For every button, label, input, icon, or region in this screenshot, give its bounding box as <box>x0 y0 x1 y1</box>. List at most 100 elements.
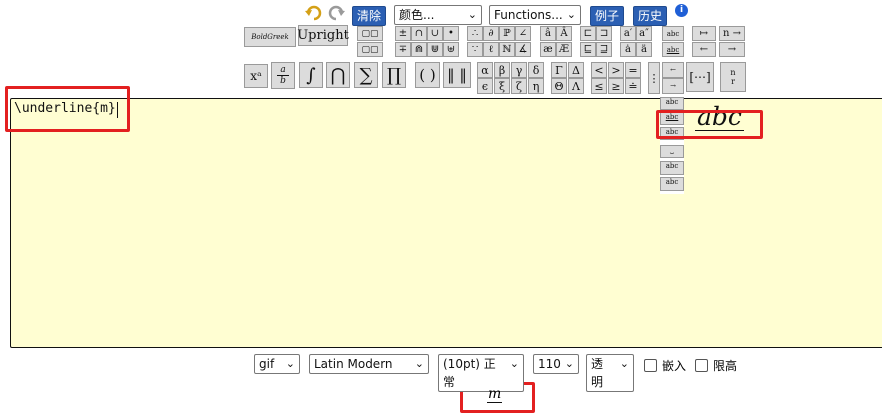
sum-button[interactable]: ∑ <box>354 62 378 88</box>
epsilon-button[interactable]: ϵ <box>477 78 493 94</box>
fraction-top: a <box>277 65 289 76</box>
gt-button[interactable]: > <box>608 62 624 78</box>
history-button[interactable]: 历史 <box>633 6 668 26</box>
ae-button[interactable]: æ <box>540 42 556 57</box>
a-dot-button[interactable]: ȧ <box>620 42 636 57</box>
AE-button[interactable]: Æ <box>556 42 572 57</box>
Gamma-button[interactable]: Γ <box>551 62 567 78</box>
ell-button[interactable]: ℓ <box>483 42 499 57</box>
redo-icon[interactable] <box>327 5 345 21</box>
font-select[interactable]: Latin Modern ⌄ <box>309 354 429 374</box>
format-select[interactable]: gif ⌄ <box>254 354 300 374</box>
Delta-button[interactable]: Δ <box>568 62 584 78</box>
upright-button[interactable]: Upright <box>297 25 349 46</box>
measured-angle-button[interactable]: ∡ <box>515 42 531 57</box>
abc-stack-option[interactable]: abc <box>660 161 684 175</box>
Theta-button[interactable]: Θ <box>551 78 567 94</box>
eta-button[interactable]: η <box>528 78 544 94</box>
ge-button[interactable]: ≥ <box>608 78 624 94</box>
norm-button[interactable]: ‖ ‖ <box>443 62 471 88</box>
lt-button[interactable]: < <box>591 62 607 78</box>
big-intersection-button[interactable]: ⋂ <box>326 62 350 88</box>
limit-height-checkbox[interactable] <box>695 359 708 372</box>
n-to-button[interactable]: n → <box>719 26 745 41</box>
leftarrow-button[interactable]: ← <box>692 42 716 57</box>
a-dprime-button[interactable]: a″ <box>636 26 652 41</box>
partial-button[interactable]: ∂ <box>483 26 499 41</box>
overrightarrow-button[interactable]: → <box>662 78 684 94</box>
doteq-button[interactable]: ≐ <box>625 78 641 94</box>
binomial-button[interactable]: nr <box>720 62 746 92</box>
superscript-button[interactable]: xᵃ <box>244 64 268 88</box>
abc-button[interactable]: abc <box>662 26 684 41</box>
matrix-button[interactable]: ▢▢ <box>357 26 383 41</box>
fraction-button[interactable]: ab <box>271 62 295 89</box>
examples-button[interactable]: 例子 <box>590 6 625 26</box>
vdots-button[interactable]: ⋮ <box>648 62 660 94</box>
beta-button[interactable]: β <box>494 62 510 78</box>
pm-button[interactable]: ± <box>395 26 411 41</box>
uplus-button[interactable]: ⊎ <box>443 42 459 57</box>
upright-label: Upright <box>297 28 349 43</box>
a-hat-button[interactable]: â <box>540 26 556 41</box>
mapsto-button[interactable]: ↦ <box>692 26 716 41</box>
zeta-button[interactable]: ζ <box>511 78 527 94</box>
clear-button[interactable]: 清除 <box>352 6 387 26</box>
bold-greek-button[interactable]: BoldGreek <box>244 27 296 47</box>
rightarrow-button[interactable]: → <box>719 42 745 57</box>
Lambda-button[interactable]: Λ <box>568 78 584 94</box>
abc-option-1[interactable]: abc <box>660 97 684 110</box>
a-prime-button[interactable]: a′ <box>620 26 636 41</box>
eq-button[interactable]: = <box>625 62 641 78</box>
undo-icon[interactable] <box>305 5 323 21</box>
parens-button[interactable]: ( ) <box>415 62 440 88</box>
integral-button[interactable]: ∫ <box>299 62 323 88</box>
functions-select[interactable]: Functions... ⌄ <box>489 5 581 25</box>
product-button[interactable]: ∏ <box>382 62 406 88</box>
color-select[interactable]: 颜色... ⌄ <box>394 5 482 25</box>
bbN-button[interactable]: ℕ <box>499 42 515 57</box>
bbP-button[interactable]: ℙ <box>499 26 515 41</box>
bullet-button[interactable]: • <box>443 26 459 41</box>
sqsupseteq-button[interactable]: ⊒ <box>596 42 612 57</box>
abc-stack-option-2[interactable]: abc <box>660 177 684 191</box>
sqsubseteq-button[interactable]: ⊑ <box>580 42 596 57</box>
size-value: (10pt) 正常 <box>443 357 496 389</box>
dpi-select[interactable]: 110 ⌄ <box>533 354 579 374</box>
dots-button[interactable]: ∴ <box>467 26 483 41</box>
overleftarrow-button[interactable]: ← <box>662 62 684 78</box>
gamma-button[interactable]: γ <box>511 62 527 78</box>
sqsubset-button[interactable]: ⊏ <box>580 26 596 41</box>
limit-height-checkbox-row[interactable]: 限高 <box>695 357 737 374</box>
transparency-select[interactable]: 透明 ⌄ <box>586 354 634 392</box>
chevron-down-icon: ⌄ <box>509 357 519 370</box>
embed-label: 嵌入 <box>662 359 687 373</box>
intersect-button[interactable]: ⋒ <box>411 42 427 57</box>
matrix-button-2[interactable]: ▢▢ <box>357 42 383 57</box>
xi-button[interactable]: ξ <box>494 78 510 94</box>
embed-checkbox[interactable] <box>644 359 657 372</box>
chevron-down-icon: ⌄ <box>285 357 295 370</box>
highlight-box-preview <box>656 110 763 139</box>
info-icon[interactable]: i <box>675 4 688 17</box>
le-button[interactable]: ≤ <box>591 78 607 94</box>
sqsupset-button[interactable]: ⊐ <box>596 26 612 41</box>
embed-checkbox-row[interactable]: 嵌入 <box>644 357 686 374</box>
transparency-value: 透明 <box>591 357 604 389</box>
a-ddot-button[interactable]: ä <box>636 42 652 57</box>
angle-button[interactable]: ∠ <box>515 26 531 41</box>
union-button[interactable]: ⋓ <box>427 42 443 57</box>
alpha-button[interactable]: α <box>477 62 493 78</box>
abc-underbrace-option[interactable]: ⏟ <box>660 145 684 158</box>
bracket-matrix-button[interactable]: [⋯] <box>686 62 714 92</box>
cup-button[interactable]: ∪ <box>427 26 443 41</box>
abc-option-label: abc <box>665 98 679 106</box>
size-select[interactable]: (10pt) 正常 ⌄ <box>438 354 524 392</box>
A-hat-button[interactable]: Â <box>556 26 572 41</box>
delta-button[interactable]: δ <box>528 62 544 78</box>
superscript-label: xᵃ <box>250 69 262 83</box>
cap-button[interactable]: ∩ <box>411 26 427 41</box>
mp-button[interactable]: ∓ <box>395 42 411 57</box>
abc-underline-button[interactable]: abc <box>662 42 684 57</box>
because-button[interactable]: ∵ <box>467 42 483 57</box>
